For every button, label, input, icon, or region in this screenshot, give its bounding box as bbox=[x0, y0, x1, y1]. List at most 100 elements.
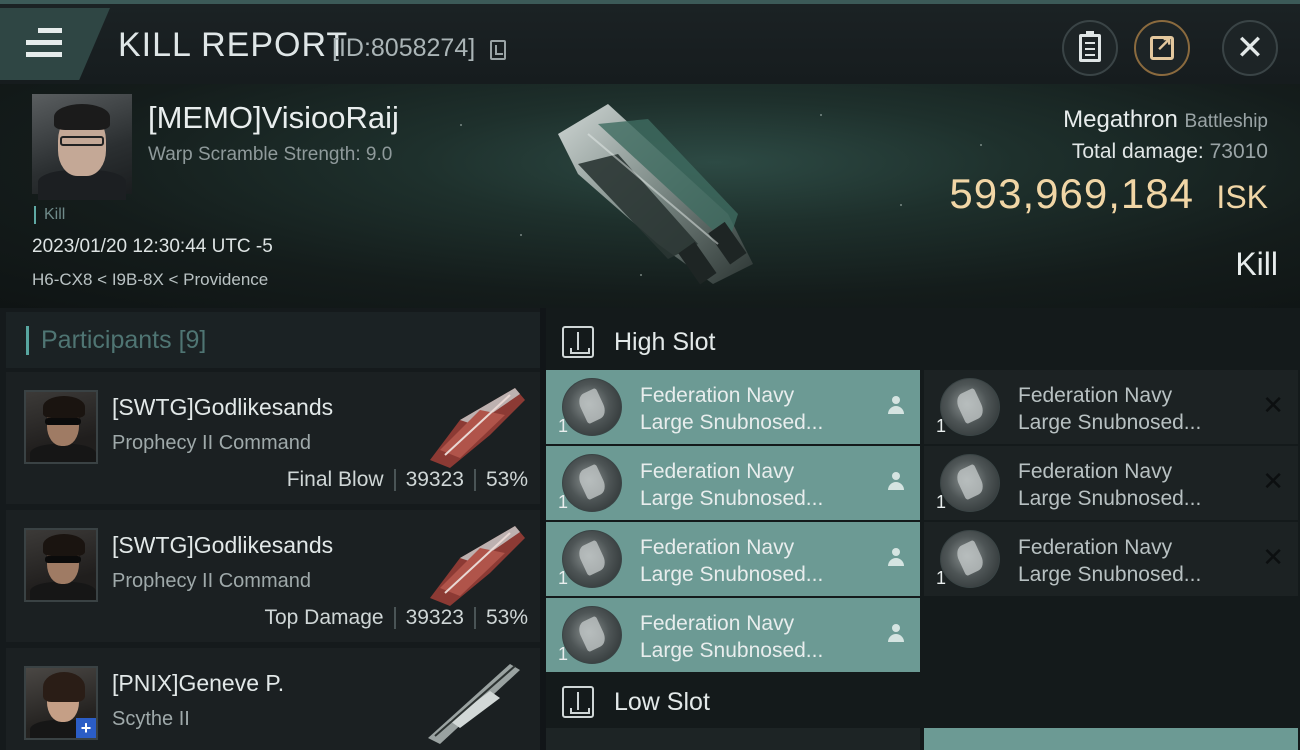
module-item[interactable] bbox=[546, 728, 920, 750]
menu-button[interactable] bbox=[0, 8, 110, 80]
module-item[interactable]: 1 Federation Navy Large Snubnosed... bbox=[546, 522, 920, 596]
share-icon bbox=[1150, 31, 1174, 60]
module-icon bbox=[562, 378, 622, 436]
participant-damage: 39323 bbox=[405, 606, 464, 629]
participant-ship: Prophecy II Command bbox=[112, 432, 311, 454]
participant-name: [PNIX]Geneve P. bbox=[112, 670, 285, 696]
kill-tag: Kill bbox=[34, 206, 65, 224]
low-slot-label: Low Slot bbox=[614, 688, 710, 716]
person-icon bbox=[888, 624, 904, 644]
victim-header: [MEMO]VisiooRaij Warp Scramble Strength:… bbox=[0, 84, 1300, 308]
module-name: Federation Navy Large Snubnosed... bbox=[1018, 384, 1202, 434]
person-icon bbox=[888, 548, 904, 568]
fitting-panel: High Slot 1 Federation Navy Large Snubnos… bbox=[546, 308, 1300, 750]
victim-ship-image[interactable] bbox=[538, 94, 768, 294]
participant-stats: Top Damage 39323 53% bbox=[264, 606, 528, 630]
high-slot-header: High Slot bbox=[546, 312, 1300, 368]
module-icon bbox=[940, 378, 1000, 436]
participants-count: [9] bbox=[178, 326, 207, 354]
person-icon bbox=[888, 396, 904, 416]
module-quantity: 1 bbox=[936, 492, 947, 512]
module-quantity: 1 bbox=[558, 416, 569, 436]
clipboard-icon bbox=[1079, 31, 1101, 62]
module-icon bbox=[562, 454, 622, 512]
close-button[interactable]: ✕ bbox=[1222, 20, 1278, 76]
module-icon bbox=[940, 454, 1000, 512]
module-item[interactable]: 1 Federation Navy Large Snubnosed... bbox=[546, 598, 920, 672]
slot-icon bbox=[562, 686, 594, 718]
participant-percent: 53% bbox=[485, 606, 528, 629]
module-name: Federation Navy Large Snubnosed... bbox=[1018, 536, 1202, 586]
module-quantity: 1 bbox=[936, 568, 947, 588]
share-button[interactable] bbox=[1134, 20, 1190, 76]
high-slot-label: High Slot bbox=[614, 328, 716, 356]
participant-row[interactable]: [SWTG]Godlikesands Prophecy II Command T… bbox=[6, 510, 540, 642]
module-quantity: 1 bbox=[558, 644, 569, 664]
participant-percent: 53% bbox=[485, 468, 528, 491]
victim-subtitle: Warp Scramble Strength: 9.0 bbox=[148, 144, 393, 165]
victim-ship-name[interactable]: Megathron bbox=[1063, 106, 1178, 133]
total-damage-value: 73010 bbox=[1209, 140, 1268, 163]
avatar[interactable] bbox=[24, 390, 98, 464]
page-title: KILL REPORT bbox=[118, 26, 349, 64]
participants-label: Participants bbox=[41, 326, 172, 354]
module-item[interactable]: 1 Federation Navy Large Snubnosed... bbox=[546, 446, 920, 520]
destroyed-icon: ✕ bbox=[1262, 542, 1284, 572]
participant-ship-image bbox=[430, 388, 525, 468]
module-quantity: 1 bbox=[558, 568, 569, 588]
total-damage-label: Total damage: bbox=[1071, 140, 1204, 163]
isk-unit: ISK bbox=[1216, 179, 1268, 215]
participant-damage: 39323 bbox=[405, 468, 464, 491]
plus-badge-icon: + bbox=[76, 718, 96, 738]
module-item[interactable]: 1 Federation Navy Large Snubnosed... bbox=[546, 370, 920, 444]
module-icon bbox=[562, 606, 622, 664]
module-name: Federation Navy Large Snubnosed... bbox=[640, 460, 824, 510]
module-name: Federation Navy Large Snubnosed... bbox=[640, 536, 824, 586]
kill-result: Kill bbox=[1235, 246, 1278, 282]
victim-avatar[interactable] bbox=[32, 94, 132, 200]
module-icon bbox=[940, 530, 1000, 588]
module-item[interactable]: 1 Federation Navy Large Snubnosed... ✕ bbox=[924, 370, 1298, 444]
module-quantity: 1 bbox=[936, 416, 947, 436]
participant-stats: Final Blow 39323 53% bbox=[287, 468, 528, 492]
copy-icon[interactable] bbox=[490, 40, 506, 60]
participant-name: [SWTG]Godlikesands bbox=[112, 532, 334, 558]
participant-row[interactable]: + [PNIX]Geneve P. Scythe II bbox=[6, 648, 540, 750]
participants-header[interactable]: Participants [9] bbox=[6, 312, 540, 368]
participants-panel: Participants [9] [SWTG]Godlikesands Prop… bbox=[0, 308, 540, 750]
victim-ship-class: Battleship bbox=[1184, 111, 1268, 132]
slot-icon bbox=[562, 326, 594, 358]
module-item[interactable]: 1 Federation Navy Large Snubnosed... ✕ bbox=[924, 446, 1298, 520]
participant-ship-image bbox=[430, 526, 525, 606]
menu-icon bbox=[26, 28, 62, 58]
kill-datetime: 2023/01/20 12:30:44 UTC -5 bbox=[32, 236, 273, 257]
module-item[interactable] bbox=[924, 728, 1298, 750]
participant-row[interactable]: [SWTG]Godlikesands Prophecy II Command F… bbox=[6, 372, 540, 504]
module-name: Federation Navy Large Snubnosed... bbox=[640, 384, 824, 434]
participant-role: Top Damage bbox=[264, 606, 384, 629]
participant-role: Final Blow bbox=[286, 468, 384, 491]
module-name: Federation Navy Large Snubnosed... bbox=[1018, 460, 1202, 510]
isk-value: 593,969,184 bbox=[949, 170, 1194, 217]
kill-location[interactable]: H6-CX8 < I9B-8X < Providence bbox=[32, 270, 268, 290]
participant-name: [SWTG]Godlikesands bbox=[112, 394, 334, 420]
module-name: Federation Navy Large Snubnosed... bbox=[640, 612, 824, 662]
avatar[interactable] bbox=[24, 528, 98, 602]
module-item[interactable]: 1 Federation Navy Large Snubnosed... ✕ bbox=[924, 522, 1298, 596]
low-slot-header: Low Slot bbox=[546, 672, 1300, 728]
participant-ship: Prophecy II Command bbox=[112, 570, 311, 592]
clipboard-button[interactable] bbox=[1062, 20, 1118, 76]
participant-ship: Scythe II bbox=[112, 708, 190, 730]
destroyed-icon: ✕ bbox=[1262, 466, 1284, 496]
victim-name[interactable]: [MEMO]VisiooRaij bbox=[148, 100, 399, 136]
victim-ship-info: Megathron Battleship Total damage: 73010… bbox=[949, 106, 1268, 218]
module-icon bbox=[562, 530, 622, 588]
person-icon bbox=[888, 472, 904, 492]
report-id: [ID:8058274] bbox=[332, 34, 476, 62]
avatar[interactable]: + bbox=[24, 666, 98, 740]
top-bar: KILL REPORT [ID:8058274] ✕ bbox=[0, 0, 1300, 84]
destroyed-icon: ✕ bbox=[1262, 390, 1284, 420]
close-icon: ✕ bbox=[1235, 29, 1265, 67]
participant-ship-image bbox=[428, 664, 520, 744]
module-quantity: 1 bbox=[558, 492, 569, 512]
